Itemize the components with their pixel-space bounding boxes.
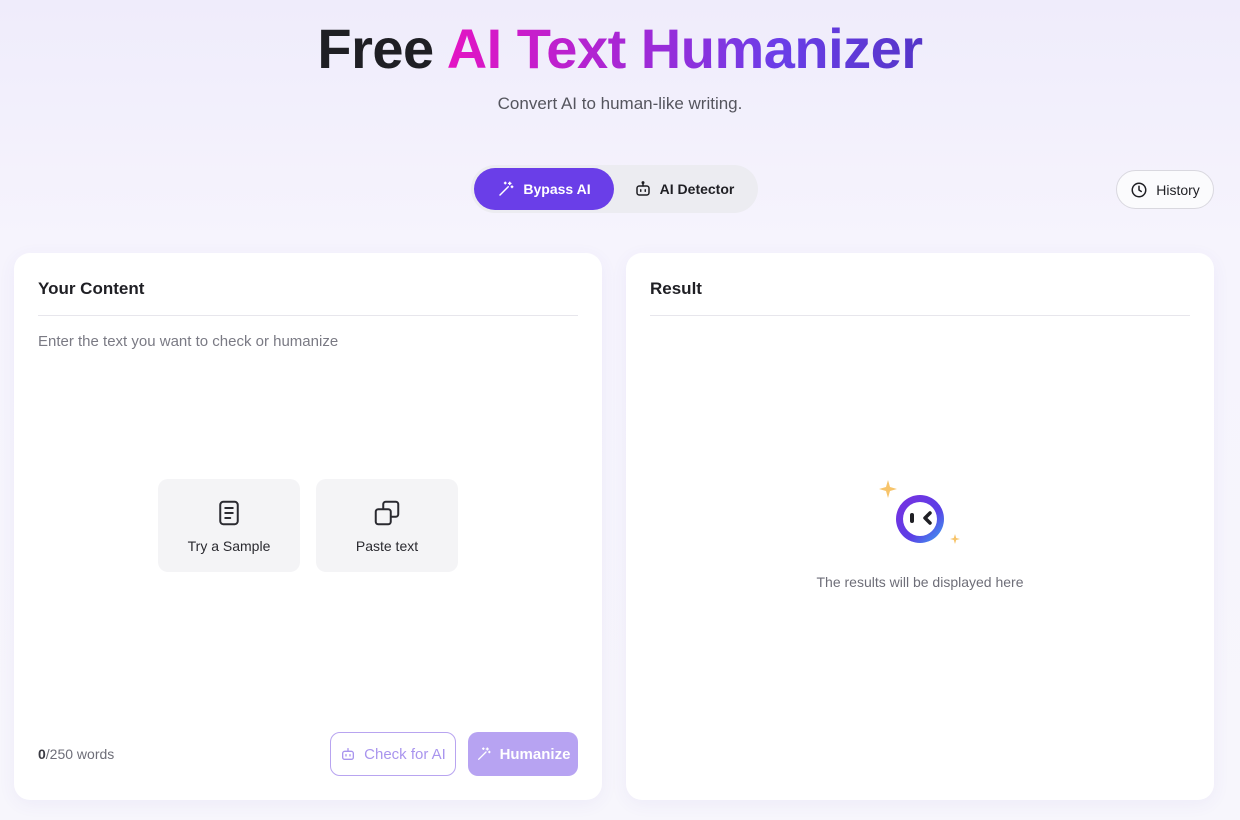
result-panel: Result The results will be displayed her… xyxy=(626,253,1214,800)
result-panel-title: Result xyxy=(650,279,702,298)
clock-icon xyxy=(1131,182,1147,197)
tab-ai-detector-label: AI Detector xyxy=(659,181,735,197)
word-count-limit: /250 words xyxy=(45,746,115,762)
word-count: 0/250 words xyxy=(38,746,114,762)
mode-switch: Bypass AI AI Detector xyxy=(471,165,758,213)
copy-icon xyxy=(374,500,400,525)
robot-icon xyxy=(635,181,650,196)
content-input[interactable] xyxy=(38,331,578,711)
title-gradient: AI Text Humanizer xyxy=(446,17,923,80)
sparkle-large-icon xyxy=(879,480,897,498)
robot-face-icon xyxy=(879,480,960,544)
page-subtitle: Convert AI to human-like writing. xyxy=(497,94,743,113)
tab-bypass-ai[interactable]: Bypass AI xyxy=(474,168,614,210)
document-icon xyxy=(219,500,239,525)
magic-wand-icon xyxy=(499,181,514,196)
try-sample-label: Try a Sample xyxy=(187,537,271,554)
content-panel-divider xyxy=(38,315,578,316)
content-panel-title: Your Content xyxy=(38,279,145,298)
humanize-button[interactable]: Humanize xyxy=(468,732,578,776)
content-panel: Your Content Try a Sample Paste text 0/2… xyxy=(14,253,602,800)
title-free: Free xyxy=(317,17,434,80)
history-label: History xyxy=(1156,181,1200,198)
tab-ai-detector[interactable]: AI Detector xyxy=(614,168,754,210)
paste-text-label: Paste text xyxy=(355,537,419,554)
sparkle-small-icon xyxy=(950,534,960,544)
paste-text-button[interactable]: Paste text xyxy=(316,479,458,572)
robot-icon xyxy=(342,748,355,760)
try-sample-button[interactable]: Try a Sample xyxy=(158,479,300,572)
check-for-ai-label: Check for AI xyxy=(364,745,446,763)
history-button[interactable]: History xyxy=(1116,170,1214,209)
check-for-ai-button[interactable]: Check for AI xyxy=(330,732,456,776)
tab-bypass-ai-label: Bypass AI xyxy=(523,181,591,197)
humanize-label: Humanize xyxy=(499,745,571,763)
magic-wand-icon xyxy=(477,747,491,760)
result-placeholder: The results will be displayed here xyxy=(816,574,1024,590)
page-title: Free AI Text Humanizer xyxy=(0,14,1240,84)
word-count-current: 0 xyxy=(38,746,46,762)
result-panel-divider xyxy=(650,315,1190,316)
